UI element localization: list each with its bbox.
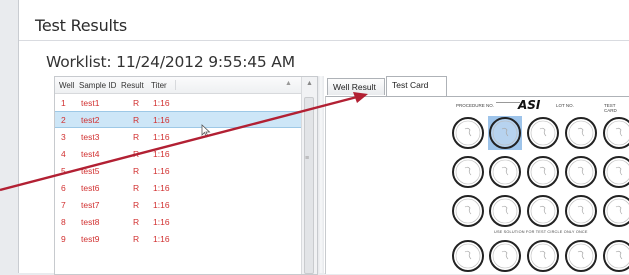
annotation-arrow — [0, 92, 368, 192]
